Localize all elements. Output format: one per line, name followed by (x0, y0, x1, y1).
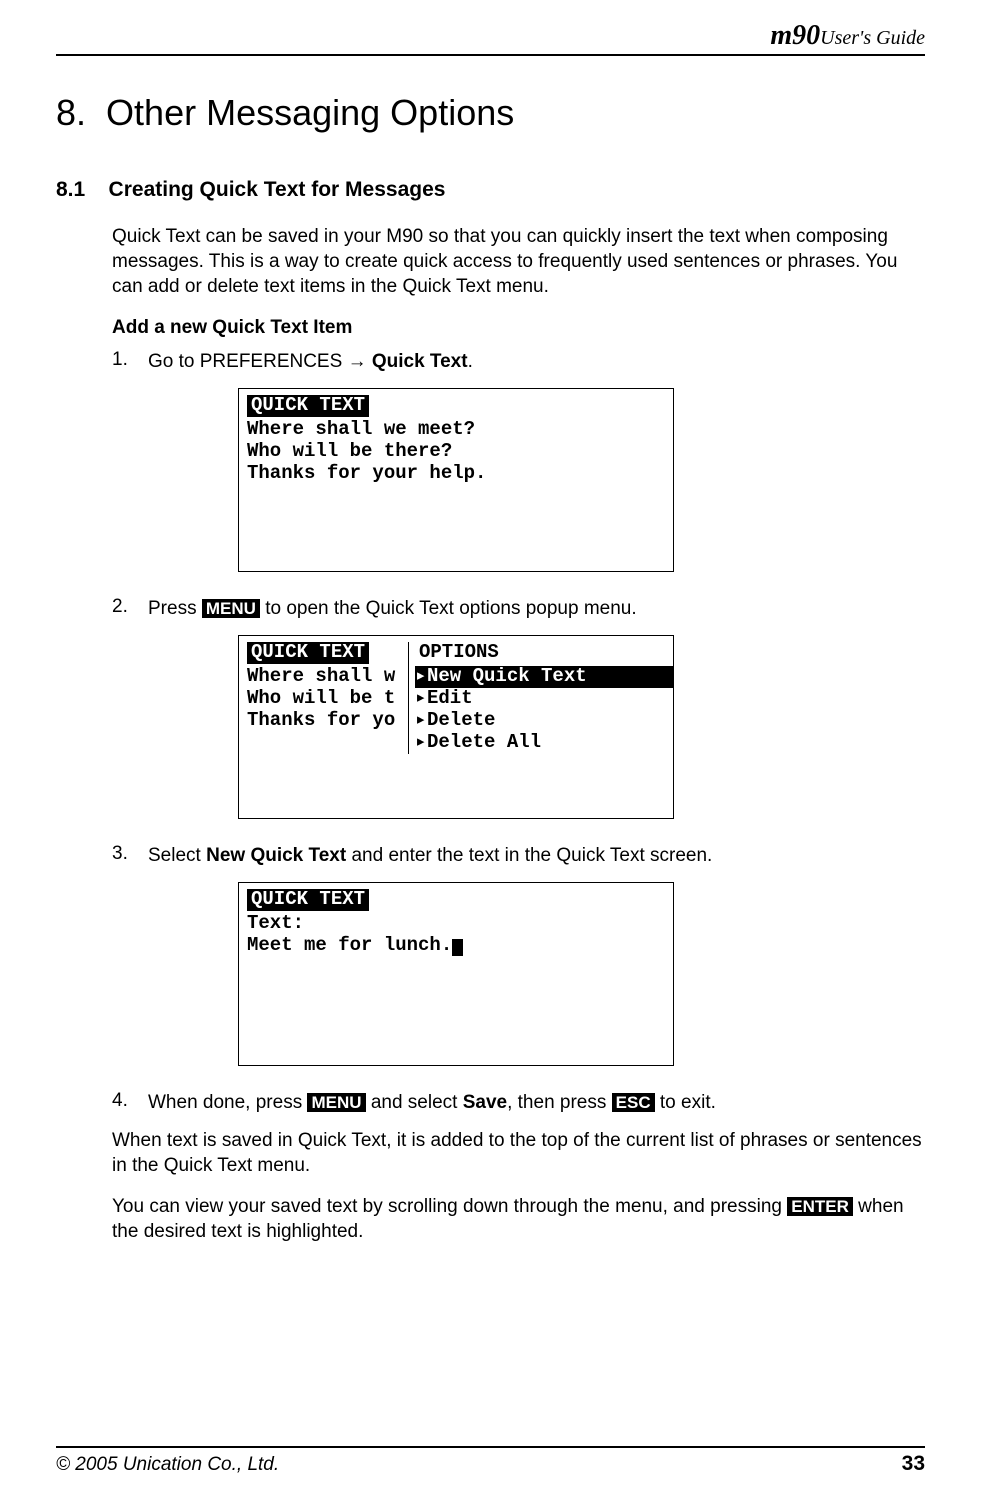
list-item: Where shall w (247, 665, 395, 687)
page-number: 33 (902, 1452, 925, 1476)
step-tail: . (468, 351, 473, 372)
option-delete: ▸Delete (415, 710, 673, 732)
copyright: © 2005 Unication Co., Ltd. (56, 1454, 279, 1476)
triangle-icon: ▸ (415, 732, 427, 754)
option-label: Delete All (427, 731, 541, 753)
device-screen-options-popup: QUICK TEXT Where shall w Who will be t T… (238, 635, 674, 819)
arrow-icon: → (348, 351, 367, 372)
popup-right-pane: OPTIONS ▸New Quick Text ▸Edit ▸Delete ▸D… (415, 642, 673, 753)
step-text: Go to PREFERENCES → Quick Text. (148, 349, 925, 374)
step-2: 2. Press MENU to open the Quick Text opt… (112, 596, 925, 621)
step-bold: Quick Text (372, 351, 468, 372)
section-heading: 8.1 Creating Quick Text for Messages (56, 178, 925, 202)
screen-title: QUICK TEXT (247, 889, 369, 911)
chapter-heading: 8. Other Messaging Options (56, 92, 925, 134)
step-number: 4. (112, 1090, 148, 1115)
header-title: m90User's Guide (770, 20, 925, 52)
step-pre: Go to PREFERENCES (148, 351, 348, 372)
step-post: to exit. (655, 1092, 716, 1113)
option-label: New Quick Text (427, 665, 587, 687)
menu-key: MENU (307, 1093, 365, 1112)
screen-title: QUICK TEXT (247, 395, 369, 417)
step-text: Press MENU to open the Quick Text option… (148, 596, 925, 621)
section-number: 8.1 (56, 178, 85, 201)
step-mid: and select (366, 1092, 463, 1113)
list-item: Thanks for your help. (247, 462, 486, 484)
option-edit: ▸Edit (415, 688, 673, 710)
option-label: Delete (427, 709, 495, 731)
popup-left-pane: QUICK TEXT Where shall w Who will be t T… (247, 642, 409, 753)
chapter-number: 8. (56, 92, 86, 133)
option-new-quick-text: ▸New Quick Text (415, 666, 673, 688)
triangle-icon: ▸ (415, 710, 427, 732)
guide-label: User's Guide (820, 27, 925, 49)
after-paragraph-1: When text is saved in Quick Text, it is … (112, 1128, 925, 1178)
page-header: m90User's Guide (56, 20, 925, 56)
step-pre: Select (148, 845, 206, 866)
device-screen-text-entry: QUICK TEXT Text: Meet me for lunch. (238, 882, 674, 1066)
step-pre: Press (148, 598, 202, 619)
step-post: and enter the text in the Quick Text scr… (346, 845, 712, 866)
list-item: Who will be t (247, 687, 395, 709)
option-delete-all: ▸Delete All (415, 732, 673, 754)
list-item: Thanks for yo (247, 709, 395, 731)
step-1: 1. Go to PREFERENCES → Quick Text. (112, 349, 925, 374)
options-title: OPTIONS (415, 642, 503, 664)
step-text: Select New Quick Text and enter the text… (148, 843, 925, 868)
text-field-label: Text: (247, 912, 304, 934)
step-pre: When done, press (148, 1092, 307, 1113)
p2-pre: You can view your saved text by scrollin… (112, 1196, 787, 1217)
option-label: Edit (427, 687, 473, 709)
step-3: 3. Select New Quick Text and enter the t… (112, 843, 925, 868)
step-number: 3. (112, 843, 148, 868)
list-item: Who will be there? (247, 440, 452, 462)
step-number: 1. (112, 349, 148, 374)
cursor-icon (452, 939, 463, 956)
triangle-icon: ▸ (415, 688, 427, 710)
chapter-title: Other Messaging Options (106, 92, 514, 133)
device-screen-quicktext-list: QUICK TEXT Where shall we meet? Who will… (238, 388, 674, 572)
intro-paragraph: Quick Text can be saved in your M90 so t… (112, 224, 925, 299)
text-field-value: Meet me for lunch. (247, 934, 452, 956)
step-post: to open the Quick Text options popup men… (260, 598, 637, 619)
step-bold: Save (463, 1092, 507, 1113)
triangle-icon: ▸ (415, 666, 427, 688)
step-mid2: , then press (507, 1092, 612, 1113)
page-footer: © 2005 Unication Co., Ltd. 33 (56, 1446, 925, 1476)
list-item: Where shall we meet? (247, 418, 475, 440)
esc-key: ESC (612, 1093, 655, 1112)
enter-key: ENTER (787, 1197, 853, 1216)
after-paragraph-2: You can view your saved text by scrollin… (112, 1194, 925, 1244)
product-logo: m90 (770, 20, 820, 51)
step-text: When done, press MENU and select Save, t… (148, 1090, 925, 1115)
step-bold: New Quick Text (206, 845, 346, 866)
screen-title: QUICK TEXT (247, 642, 369, 664)
step-4: 4. When done, press MENU and select Save… (112, 1090, 925, 1115)
menu-key: MENU (202, 599, 260, 618)
sub-heading: Add a new Quick Text Item (112, 317, 925, 339)
section-title: Creating Quick Text for Messages (109, 178, 446, 201)
step-number: 2. (112, 596, 148, 621)
